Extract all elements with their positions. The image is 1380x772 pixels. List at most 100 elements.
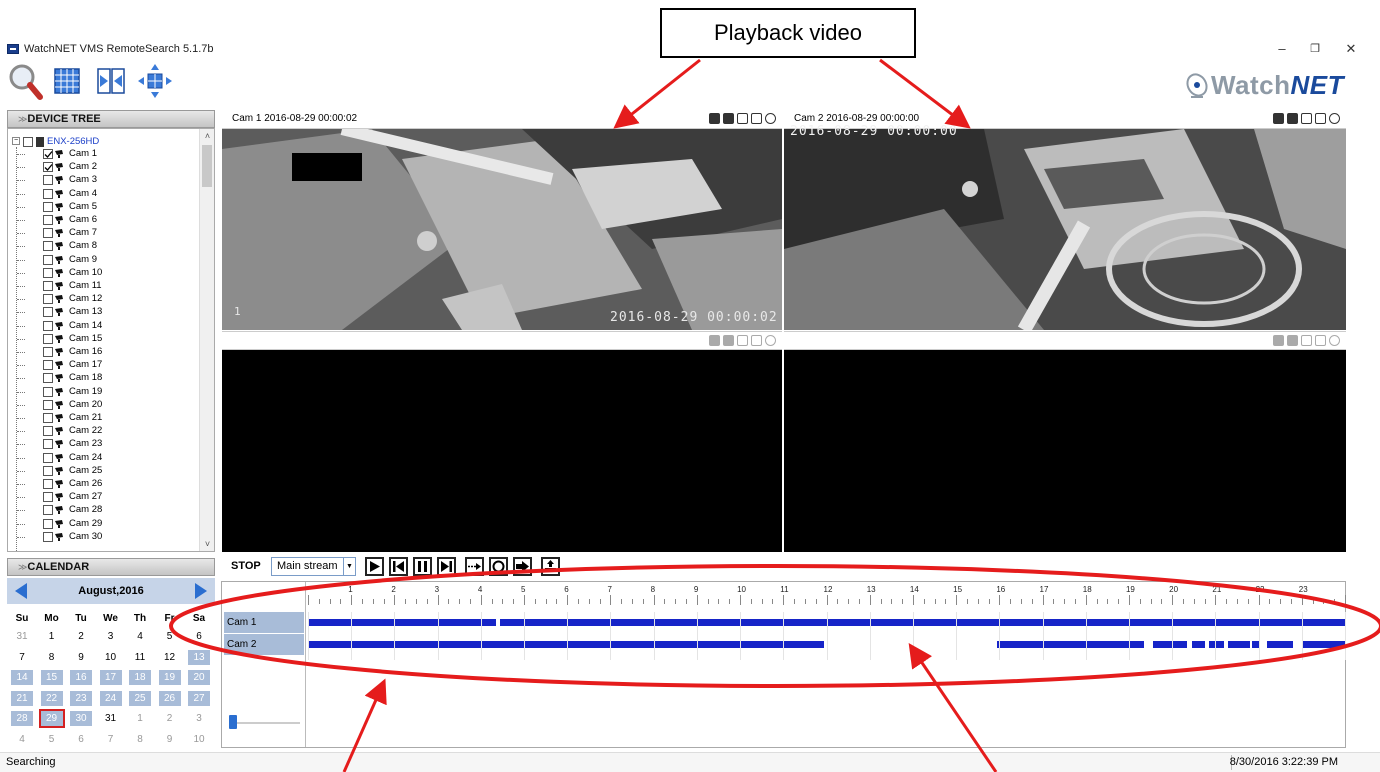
camera-checkbox[interactable]	[43, 201, 53, 212]
camera-checkbox[interactable]	[43, 492, 53, 503]
snapshot-icon[interactable]	[709, 335, 720, 346]
calendar-day[interactable]: 2	[159, 711, 181, 726]
scroll-up-icon[interactable]: ˄	[200, 129, 214, 143]
calendar-day[interactable]: 23	[70, 690, 92, 706]
pause-icon[interactable]	[737, 113, 748, 124]
tree-item-camera[interactable]: Cam 14	[34, 320, 194, 331]
recording-segment[interactable]	[1208, 641, 1224, 648]
recording-segment[interactable]	[1191, 641, 1205, 648]
stream-select[interactable]: Main stream ▼	[271, 557, 356, 576]
camera-checkbox[interactable]	[43, 333, 53, 344]
calendar-day[interactable]: 7	[100, 732, 122, 747]
calendar-day[interactable]: 24	[99, 690, 122, 706]
calendar-day[interactable]: 28	[11, 711, 33, 726]
calendar-day[interactable]: 16	[70, 670, 92, 685]
calendar-day[interactable]: 18	[129, 670, 151, 685]
zoom-icon[interactable]	[765, 113, 776, 124]
tree-item-camera[interactable]: Cam 20	[34, 399, 194, 410]
recording-segment[interactable]	[1152, 641, 1188, 648]
camera-checkbox[interactable]	[43, 241, 53, 252]
tree-item-camera[interactable]: Cam 30	[34, 532, 194, 542]
pause-button[interactable]	[413, 557, 432, 576]
tree-item-camera[interactable]: Cam 10	[34, 267, 194, 278]
audio-icon[interactable]	[723, 113, 734, 124]
calendar-day[interactable]: 25	[129, 690, 151, 706]
recording-segment[interactable]	[308, 619, 496, 626]
play-icon[interactable]	[1301, 335, 1312, 346]
camera-checkbox[interactable]	[43, 518, 53, 529]
camera-checkbox-checked[interactable]	[43, 162, 53, 173]
calendar-day[interactable]: 22	[40, 690, 63, 706]
split-view-button[interactable]	[96, 62, 134, 102]
play-icon[interactable]	[737, 335, 748, 346]
calendar-day[interactable]: 5	[41, 732, 63, 747]
zoom-icon[interactable]	[765, 335, 776, 346]
step-back-button[interactable]	[389, 557, 408, 576]
zoom-icon[interactable]	[1329, 113, 1340, 124]
recording-segment[interactable]	[1228, 641, 1250, 648]
audio-icon[interactable]	[1287, 113, 1298, 124]
calendar-day[interactable]: 30	[70, 711, 92, 726]
camera-checkbox[interactable]	[43, 452, 53, 463]
tree-item-camera[interactable]: Cam 22	[34, 426, 194, 437]
snapshot-icon[interactable]	[709, 113, 720, 124]
camera-checkbox[interactable]	[43, 399, 53, 410]
camera-checkbox[interactable]	[43, 320, 53, 331]
calendar-day[interactable]: 12	[159, 650, 181, 665]
camera-checkbox[interactable]	[43, 175, 53, 186]
scroll-down-icon[interactable]: ˅	[200, 537, 214, 551]
calendar-day[interactable]: 20	[188, 670, 210, 685]
calendar-day[interactable]: 31	[100, 711, 122, 726]
camera-checkbox-checked[interactable]	[43, 149, 53, 159]
camera-checkbox[interactable]	[43, 307, 53, 318]
tree-item-camera[interactable]: Cam 3	[34, 175, 194, 186]
tree-item-camera[interactable]: Cam 18	[34, 373, 194, 384]
tree-item-camera[interactable]: Cam 1	[34, 149, 194, 159]
next-month-icon[interactable]	[195, 583, 207, 599]
calendar-day[interactable]: 3	[100, 629, 122, 644]
recording-segment[interactable]	[1267, 641, 1294, 648]
tree-item-camera[interactable]: Cam 17	[34, 360, 194, 371]
play-button[interactable]	[365, 557, 384, 576]
calendar-day[interactable]: 1	[41, 629, 63, 644]
tree-item-camera[interactable]: Cam 12	[34, 294, 194, 305]
camera-checkbox[interactable]	[43, 294, 53, 305]
recording-segment[interactable]	[500, 619, 1345, 626]
tree-item-camera[interactable]: Cam 2	[34, 162, 194, 173]
timeline-track-area[interactable]: 1 2 3 4 5 6 7 8 9 10 11 12 13 14 15 16 17 18 19 20 21 22 23	[308, 582, 1346, 747]
camera-checkbox[interactable]	[43, 373, 53, 384]
calendar-day[interactable]: 1	[129, 711, 151, 726]
camera-checkbox[interactable]	[43, 281, 53, 291]
calendar-day[interactable]: 15	[40, 670, 63, 685]
tree-item-camera[interactable]: Cam 9	[34, 254, 194, 265]
camera-checkbox[interactable]	[43, 465, 53, 476]
recording-segment[interactable]	[308, 641, 825, 648]
video-cell-4[interactable]	[784, 350, 1346, 552]
camera-checkbox[interactable]	[43, 228, 53, 239]
tree-item-camera[interactable]: Cam 25	[34, 465, 194, 476]
pause-icon[interactable]	[1301, 113, 1312, 124]
zoom-slider-track[interactable]	[232, 722, 300, 724]
calendar-day[interactable]: 10	[188, 732, 210, 747]
timeline-row-label[interactable]: Cam 2	[224, 634, 304, 655]
backup-button[interactable]	[541, 557, 560, 576]
calendar-day[interactable]: 11	[129, 650, 151, 665]
camera-checkbox[interactable]	[43, 188, 53, 199]
tree-item-camera[interactable]: Cam 6	[34, 215, 194, 225]
camera-checkbox[interactable]	[43, 215, 53, 225]
camera-checkbox[interactable]	[43, 267, 53, 278]
tree-item-camera[interactable]: Cam 11	[34, 281, 194, 291]
tree-item-camera[interactable]: Cam 8	[34, 241, 194, 252]
timeline-row-label[interactable]: Cam 1	[224, 612, 304, 633]
tree-item-camera[interactable]: Cam 13	[34, 307, 194, 318]
calendar-header[interactable]: ≫CALENDAR	[7, 558, 215, 576]
camera-checkbox[interactable]	[43, 413, 53, 423]
record-button[interactable]	[489, 557, 508, 576]
recording-segment[interactable]	[1301, 641, 1345, 648]
tree-item-camera[interactable]: Cam 24	[34, 452, 194, 463]
calendar-day[interactable]: 9	[159, 732, 181, 747]
camera-checkbox[interactable]	[43, 254, 53, 265]
calendar-day[interactable]: 19	[158, 670, 181, 685]
calendar-day[interactable]: 10	[100, 650, 122, 665]
recording-segment[interactable]	[1252, 641, 1259, 648]
